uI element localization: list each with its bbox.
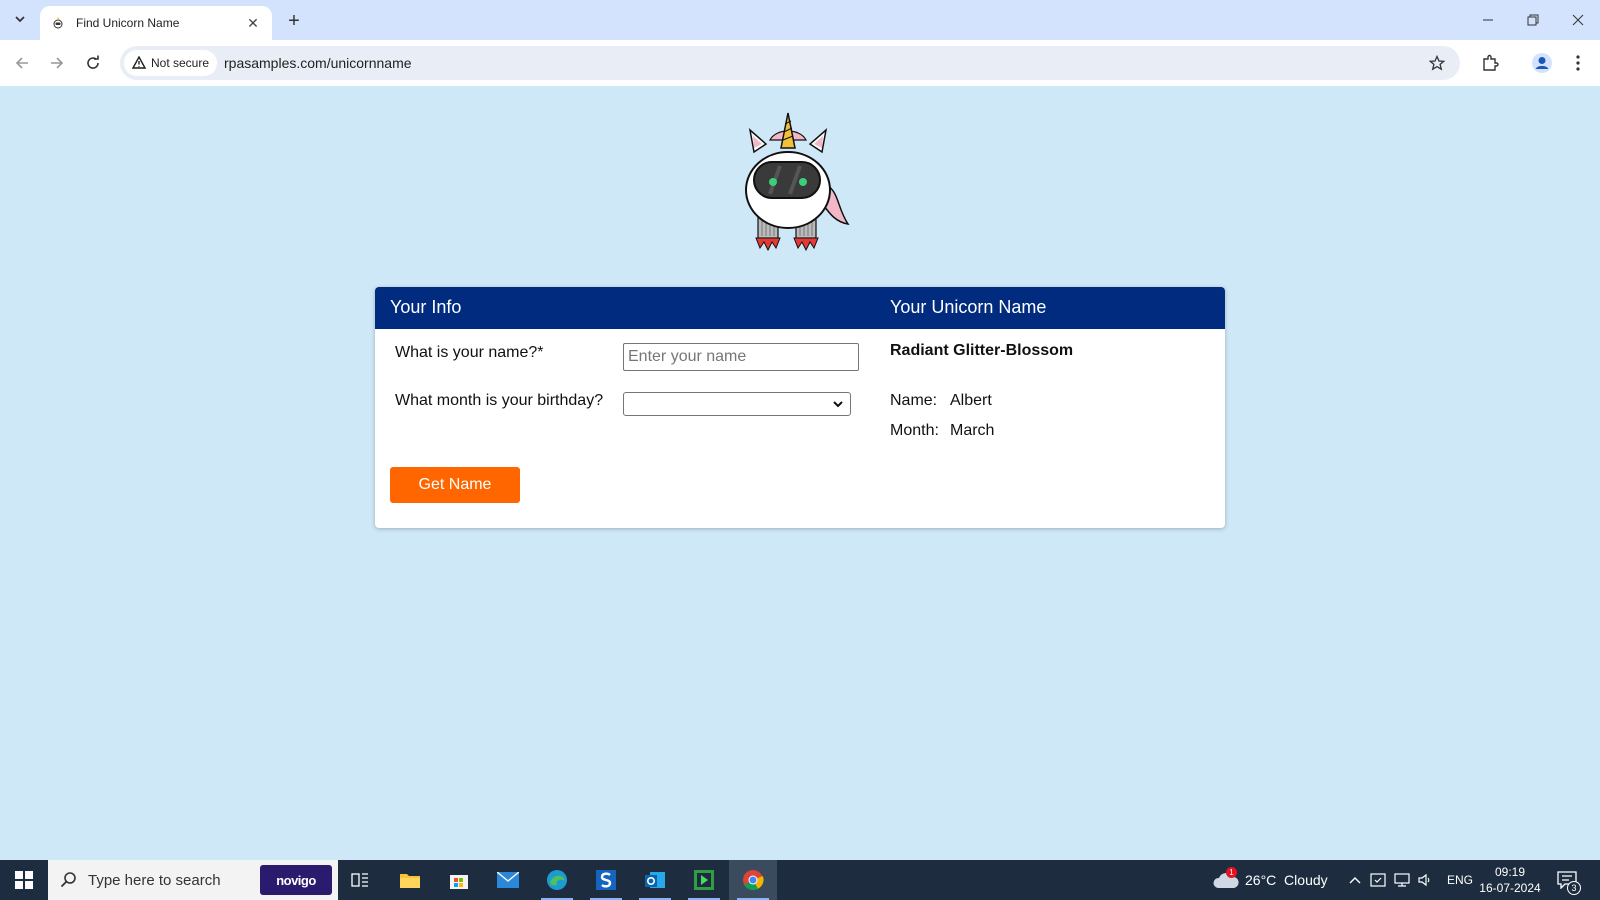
month-question-label: What month is your birthday?: [395, 392, 604, 409]
security-chip[interactable]: Not secure: [124, 50, 218, 76]
taskbar-search-placeholder: Type here to search: [88, 871, 221, 889]
microsoft-store-icon[interactable]: [435, 860, 483, 900]
browser-tab-strip: Find Unicorn Name ✕ +: [0, 0, 1600, 40]
show-hidden-icons-chevron-icon[interactable]: [1349, 875, 1361, 885]
mail-icon[interactable]: [484, 860, 532, 900]
back-icon[interactable]: [10, 51, 34, 75]
s-app-icon[interactable]: [582, 860, 630, 900]
windows-start-icon[interactable]: [0, 860, 48, 900]
result-month-label: Month:: [890, 422, 939, 439]
result-name-value: Albert: [950, 392, 992, 409]
browser-toolbar: Not secure rpasamples.com/unicornname: [0, 40, 1600, 86]
security-label: Not secure: [151, 56, 210, 70]
bookmark-star-icon[interactable]: [1426, 52, 1448, 74]
unicorn-name-result: Radiant Glitter-Blossom: [890, 342, 1074, 359]
page-content: Your Info Your Unicorn Name What is your…: [0, 86, 1600, 860]
url-text[interactable]: rpasamples.com/unicornname: [224, 55, 412, 71]
novigo-app-button[interactable]: novigo: [260, 865, 332, 895]
warning-triangle-icon: [132, 56, 146, 69]
new-tab-icon[interactable]: +: [282, 9, 306, 33]
unicorn-robot-logo-icon: [740, 110, 850, 260]
clock[interactable]: 09:19 16-07-2024: [1478, 864, 1542, 896]
reload-icon[interactable]: [81, 51, 105, 75]
security-center-icon[interactable]: [1370, 872, 1386, 888]
weather-text[interactable]: 26°C Cloudy: [1245, 872, 1328, 888]
extensions-icon[interactable]: [1478, 51, 1502, 75]
tab-close-icon[interactable]: ✕: [244, 14, 262, 32]
clock-date: 16-07-2024: [1479, 881, 1541, 895]
network-icon[interactable]: [1393, 872, 1411, 888]
task-view-icon[interactable]: [336, 860, 384, 900]
restore-icon[interactable]: [1510, 0, 1556, 40]
your-info-heading: Your Info: [390, 297, 462, 317]
search-icon: [60, 872, 76, 888]
forward-icon[interactable]: [45, 51, 69, 75]
address-bar[interactable]: Not secure rpasamples.com/unicornname: [120, 46, 1460, 80]
minimize-icon[interactable]: [1465, 0, 1511, 40]
unicorn-favicon-icon: [50, 15, 66, 31]
result-month-value: March: [950, 422, 995, 439]
clock-time: 09:19: [1494, 865, 1526, 879]
volume-icon[interactable]: [1417, 872, 1433, 888]
your-unicorn-name-heading: Your Unicorn Name: [890, 297, 1047, 317]
edge-browser-icon[interactable]: [533, 860, 581, 900]
media-player-icon[interactable]: [680, 860, 728, 900]
card-header: Your Info Your Unicorn Name: [375, 287, 1225, 329]
chevron-down-icon: [833, 401, 843, 408]
language-indicator[interactable]: ENG: [1447, 873, 1473, 887]
name-question-label: What is your name?*: [395, 344, 544, 361]
outlook-new-icon[interactable]: [631, 860, 679, 900]
result-name-label: Name:: [890, 392, 938, 409]
chevron-down-icon: [15, 16, 25, 23]
weather-alert-badge: 1: [1226, 867, 1237, 878]
close-window-icon[interactable]: [1555, 0, 1600, 40]
birthday-month-select[interactable]: [623, 392, 851, 416]
windows-taskbar: Type here to search novigo 1 26°C Cloudy…: [0, 860, 1600, 900]
file-explorer-icon[interactable]: [386, 860, 434, 900]
name-input[interactable]: [623, 343, 859, 371]
tab-search-button[interactable]: [8, 7, 32, 31]
profile-avatar-icon[interactable]: [1530, 51, 1554, 75]
get-name-button[interactable]: Get Name: [390, 467, 520, 503]
browser-tab-active[interactable]: Find Unicorn Name ✕: [40, 6, 272, 40]
unicorn-form-card: Your Info Your Unicorn Name What is your…: [375, 287, 1225, 528]
menu-kebab-icon[interactable]: [1566, 51, 1590, 75]
notification-count-badge: 3: [1567, 881, 1581, 895]
chrome-browser-icon[interactable]: [729, 860, 777, 900]
tab-title: Find Unicorn Name: [76, 16, 180, 30]
